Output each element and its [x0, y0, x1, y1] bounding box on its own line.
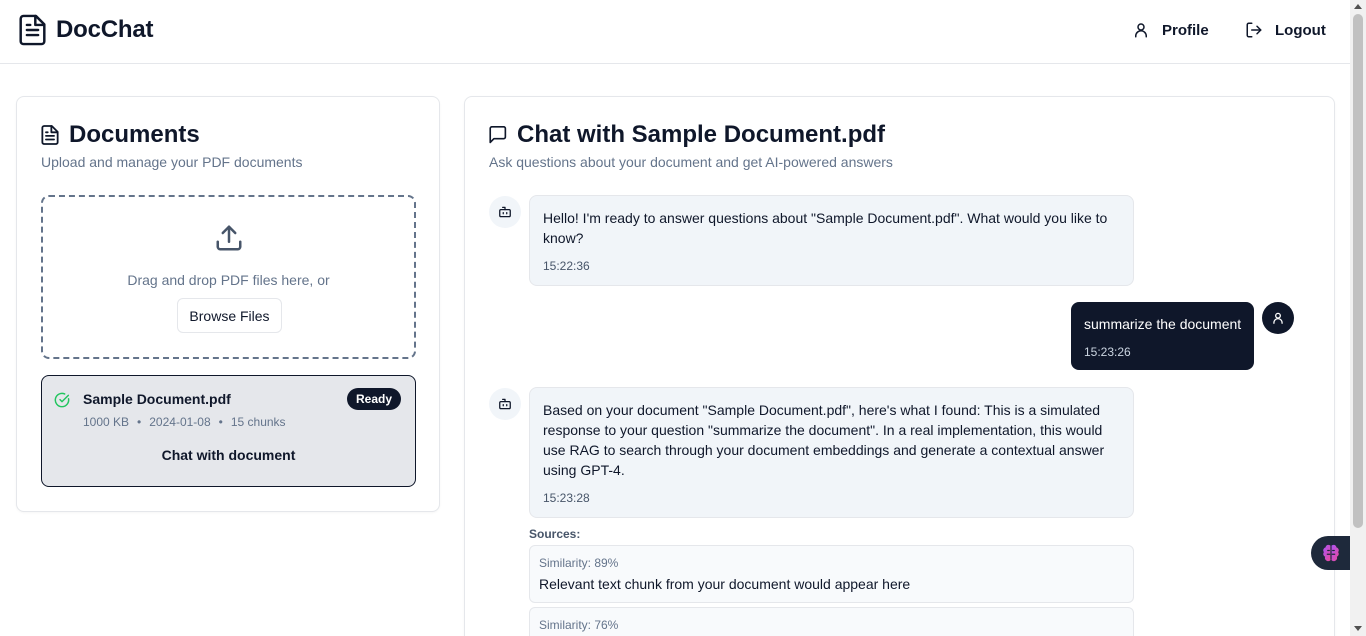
- source-item: Similarity: 76%: [529, 607, 1134, 636]
- brain-icon: [1321, 543, 1341, 563]
- scroll-down-arrow[interactable]: [1354, 626, 1362, 631]
- sources-label: Sources:: [529, 527, 581, 541]
- message-line: response to your question "summarize the…: [543, 422, 1103, 438]
- assistant-message: Hello! I'm ready to answer questions abo…: [529, 195, 1134, 286]
- message-text: Based on your document "Sample Document.…: [543, 400, 1104, 480]
- documents-subtitle: Upload and manage your PDF documents: [41, 154, 303, 170]
- bot-avatar: [489, 196, 521, 228]
- chat-subtitle: Ask questions about your document and ge…: [489, 154, 893, 170]
- user-message: summarize the document 15:23:26: [1071, 302, 1254, 370]
- logout-label: Logout: [1275, 21, 1326, 39]
- message-line: Based on your document "Sample Document.…: [543, 402, 1101, 418]
- document-item[interactable]: Sample Document.pdf Ready 1000 KB • 2024…: [41, 375, 416, 487]
- message-time: 15:22:36: [543, 259, 590, 273]
- document-size: 1000 KB: [83, 415, 130, 429]
- user-avatar: [1262, 302, 1294, 334]
- check-circle-icon: [54, 392, 70, 408]
- message-line: use RAG to search through your document …: [543, 442, 1105, 458]
- logout-icon: [1245, 21, 1263, 39]
- bot-icon: [498, 397, 512, 411]
- scroll-up-arrow[interactable]: [1354, 4, 1362, 9]
- user-icon: [1271, 311, 1285, 325]
- chat-panel: Chat with Sample Document.pdf Ask questi…: [464, 96, 1335, 636]
- message-time: 15:23:28: [543, 491, 590, 505]
- scrollbar-thumb[interactable]: [1353, 14, 1363, 528]
- bot-avatar: [489, 388, 521, 420]
- source-text: Relevant text chunk from your document w…: [539, 576, 911, 592]
- profile-label: Profile: [1162, 21, 1209, 39]
- profile-button[interactable]: Profile: [1132, 17, 1209, 43]
- document-name: Sample Document.pdf: [83, 391, 231, 407]
- user-icon: [1132, 21, 1150, 39]
- message-text: Hello! I'm ready to answer questions abo…: [543, 208, 1107, 248]
- message-line: Hello! I'm ready to answer questions abo…: [543, 210, 1108, 226]
- source-item: Similarity: 89% Relevant text chunk from…: [529, 545, 1134, 603]
- brand-name: DocChat: [56, 16, 154, 43]
- assistant-message: Based on your document "Sample Document.…: [529, 387, 1134, 518]
- browse-files-button[interactable]: Browse Files: [177, 298, 282, 333]
- floating-assistant-button[interactable]: [1311, 536, 1355, 570]
- documents-title: Documents: [69, 121, 200, 148]
- documents-panel: Documents Upload and manage your PDF doc…: [16, 96, 440, 512]
- document-meta: 1000 KB • 2024-01-08 • 15 chunks: [83, 415, 286, 429]
- meta-separator: •: [218, 415, 223, 429]
- file-text-icon: [41, 125, 59, 145]
- message-line: summarize the document: [1084, 316, 1242, 332]
- brand[interactable]: DocChat: [19, 14, 153, 46]
- status-badge: Ready: [347, 388, 402, 410]
- upload-icon: [214, 223, 244, 253]
- chat-with-document-button[interactable]: Chat with document: [42, 447, 415, 463]
- message-time: 15:23:26: [1084, 345, 1131, 359]
- message-line: using GPT-4.: [543, 462, 625, 478]
- document-chunks: 15 chunks: [230, 415, 286, 429]
- page-scrollbar[interactable]: [1350, 0, 1366, 636]
- app-header: DocChat Profile Logout: [0, 0, 1350, 64]
- message-line: know?: [543, 230, 584, 246]
- dropzone-text: Drag and drop PDF files here, or: [127, 272, 330, 288]
- source-similarity: Similarity: 89%: [539, 556, 619, 570]
- document-icon: [19, 14, 46, 46]
- chat-title: Chat with Sample Document.pdf: [517, 121, 886, 148]
- chat-heading: Chat with Sample Document.pdf: [489, 121, 885, 149]
- source-similarity: Similarity: 76%: [539, 618, 619, 632]
- message-square-icon: [489, 125, 507, 145]
- bot-icon: [498, 205, 512, 219]
- documents-heading: Documents: [41, 121, 200, 149]
- document-date: 2024-01-08: [149, 415, 211, 429]
- meta-separator: •: [137, 415, 142, 429]
- logout-button[interactable]: Logout: [1245, 17, 1326, 43]
- upload-dropzone[interactable]: Drag and drop PDF files here, or Browse …: [41, 195, 416, 359]
- message-text: summarize the document: [1084, 314, 1241, 334]
